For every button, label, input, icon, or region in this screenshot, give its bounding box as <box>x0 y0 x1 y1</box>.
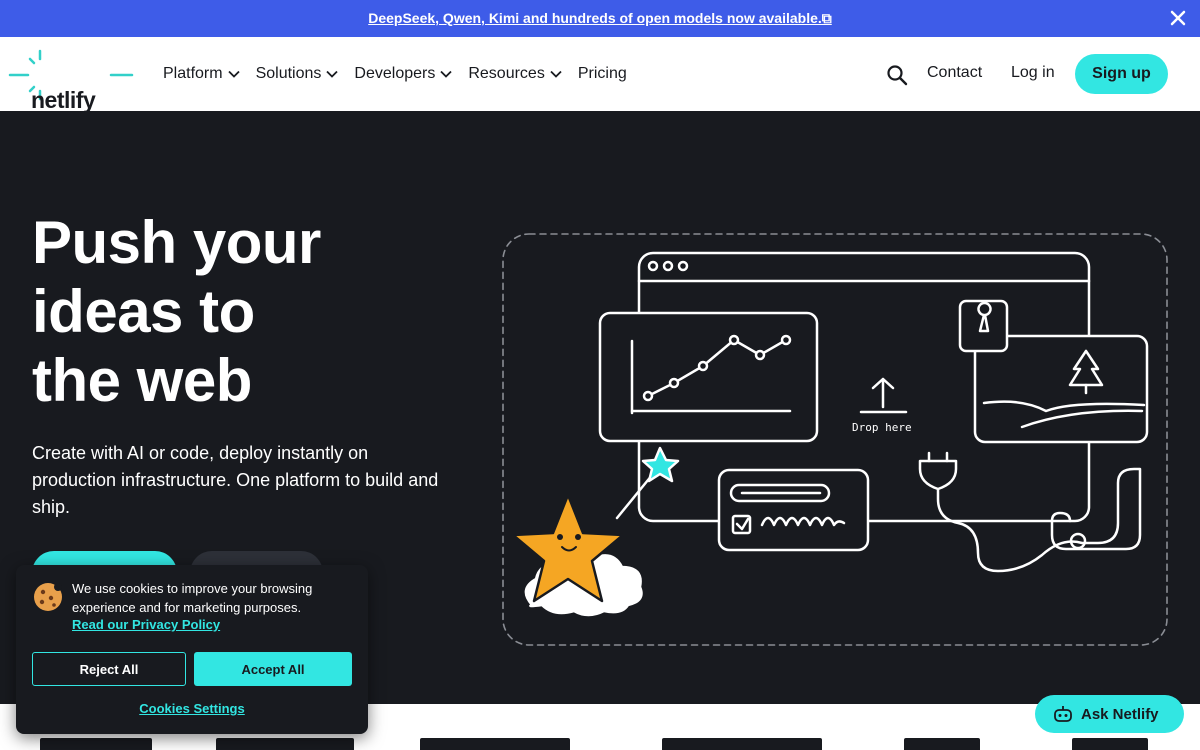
nav-resources[interactable]: Resources <box>468 65 562 83</box>
customer-logo <box>1072 738 1148 750</box>
signup-button[interactable]: Sign up <box>1075 54 1168 94</box>
nav-label: Solutions <box>255 65 322 82</box>
customer-logo <box>420 738 570 750</box>
customer-logo <box>904 738 980 750</box>
nav-label: Developers <box>354 65 436 82</box>
cookie-icon <box>34 583 62 611</box>
hero-title-line: Push your <box>32 209 321 276</box>
logo-text: netlify <box>31 87 96 113</box>
cookies-settings-link[interactable]: Cookies Settings <box>16 701 368 716</box>
chevron-down-icon <box>440 70 452 78</box>
cookie-banner: We use cookies to improve your browsing … <box>16 565 368 734</box>
nav-label: Resources <box>468 65 545 82</box>
main-nav: Platform Solutions Developers Resources … <box>163 37 627 111</box>
hero-title-line: the web <box>32 347 252 414</box>
drop-here-label: Drop here <box>852 421 912 434</box>
nav-label: Platform <box>163 65 223 82</box>
nav-developers[interactable]: Developers <box>354 65 452 83</box>
nav-solutions[interactable]: Solutions <box>256 65 339 83</box>
privacy-policy-link[interactable]: Read our Privacy Policy <box>72 617 220 632</box>
customer-logo <box>662 738 822 750</box>
announcement-bar: DeepSeek, Qwen, Kimi and hundreds of ope… <box>0 0 1200 37</box>
contact-link[interactable]: Contact <box>927 64 982 82</box>
hero-subtitle: Create with AI or code, deploy instantly… <box>32 443 439 517</box>
chevron-down-icon <box>550 70 562 78</box>
ask-netlify-label: Ask Netlify <box>1081 705 1159 723</box>
robot-icon <box>1054 706 1072 722</box>
ask-netlify-button[interactable]: Ask Netlify <box>1035 695 1184 733</box>
search-icon[interactable] <box>886 64 908 86</box>
hero-illustration: Drop here <box>502 233 1168 646</box>
hero-title: Push your ideas to the web <box>32 208 452 415</box>
close-icon[interactable] <box>1166 6 1190 30</box>
site-header: netlify Platform Solutions Developers Re… <box>0 37 1200 113</box>
accept-all-button[interactable]: Accept All <box>194 652 352 686</box>
nav-label: Pricing <box>577 65 627 82</box>
announcement-link[interactable]: DeepSeek, Qwen, Kimi and hundreds of ope… <box>368 10 832 27</box>
customer-logo <box>216 738 354 750</box>
reject-all-button[interactable]: Reject All <box>32 652 186 686</box>
customer-logo <box>40 738 152 750</box>
hero-title-line: ideas to <box>32 278 255 345</box>
nav-platform[interactable]: Platform <box>163 65 240 83</box>
nav-pricing[interactable]: Pricing <box>578 65 627 83</box>
chevron-down-icon <box>227 70 240 78</box>
login-link[interactable]: Log in <box>1011 64 1055 82</box>
cookie-message: We use cookies to improve your browsing … <box>72 581 313 615</box>
chevron-down-icon <box>326 70 339 78</box>
